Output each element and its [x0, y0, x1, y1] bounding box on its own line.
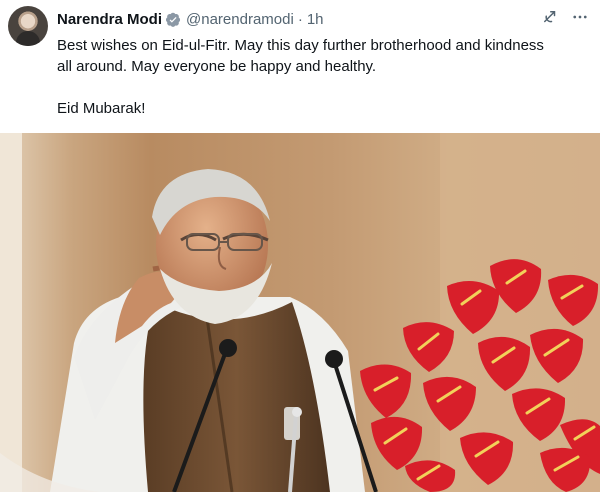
more-icon[interactable]: [570, 7, 590, 27]
tweet-photo[interactable]: [0, 133, 600, 492]
tweet-text-line-2: all around. May everyone be happy and he…: [57, 58, 377, 75]
tweet-text: Best wishes on Eid-ul-Fitr. May this day…: [57, 35, 587, 119]
author-name[interactable]: Narendra Modi: [57, 11, 162, 28]
author-handle[interactable]: @narendramodi: [186, 11, 294, 28]
grok-icon[interactable]: [540, 7, 560, 27]
tweet-text-line-3: Eid Mubarak!: [57, 100, 146, 117]
tweet-time[interactable]: 1h: [307, 11, 324, 28]
tweet-text-line-1: Best wishes on Eid-ul-Fitr. May this day…: [57, 37, 544, 54]
tweet-card[interactable]: Narendra Modi @narendramodi · 1h Best wi…: [0, 0, 600, 492]
tweet-actions: [540, 7, 590, 27]
verified-badge-icon: [166, 12, 181, 27]
author-avatar[interactable]: [8, 6, 48, 46]
meta-separator: ·: [297, 10, 303, 28]
speaker-photo-illustration: [0, 133, 600, 492]
tweet-header: Narendra Modi @narendramodi · 1h: [57, 9, 324, 29]
